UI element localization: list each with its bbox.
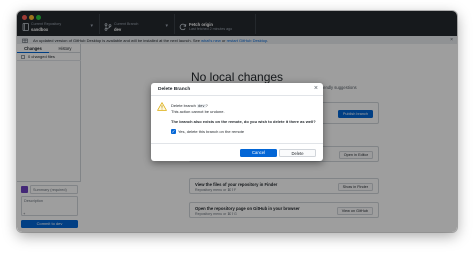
dialog-header: Delete Branch × — [151, 83, 323, 96]
dialog-footer: Cancel Delete — [151, 143, 323, 161]
dialog-title: Delete Branch — [158, 87, 191, 92]
cancel-button[interactable]: Cancel — [240, 149, 277, 157]
branch-name-chip: dev — [197, 104, 206, 108]
screen: Current Repository sandbox ▾ Current Bra… — [0, 0, 474, 256]
warning-icon — [157, 102, 167, 111]
delete-branch-dialog: Delete Branch × Delete branch dev? This … — [151, 83, 323, 161]
delete-remote-label[interactable]: Yes, delete this branch on the remote — [178, 129, 244, 134]
delete-branch-prompt: Delete branch dev? — [171, 103, 208, 108]
remote-question: The branch also exists on the remote, do… — [171, 119, 316, 124]
delete-remote-checkbox[interactable]: ✓ — [171, 129, 176, 134]
prompt-prefix: Delete branch — [171, 103, 198, 108]
delete-button[interactable]: Delete — [279, 149, 316, 157]
undo-warning: This action cannot be undone. — [171, 109, 225, 114]
close-icon[interactable]: × — [314, 85, 318, 93]
prompt-suffix: ? — [205, 103, 208, 108]
